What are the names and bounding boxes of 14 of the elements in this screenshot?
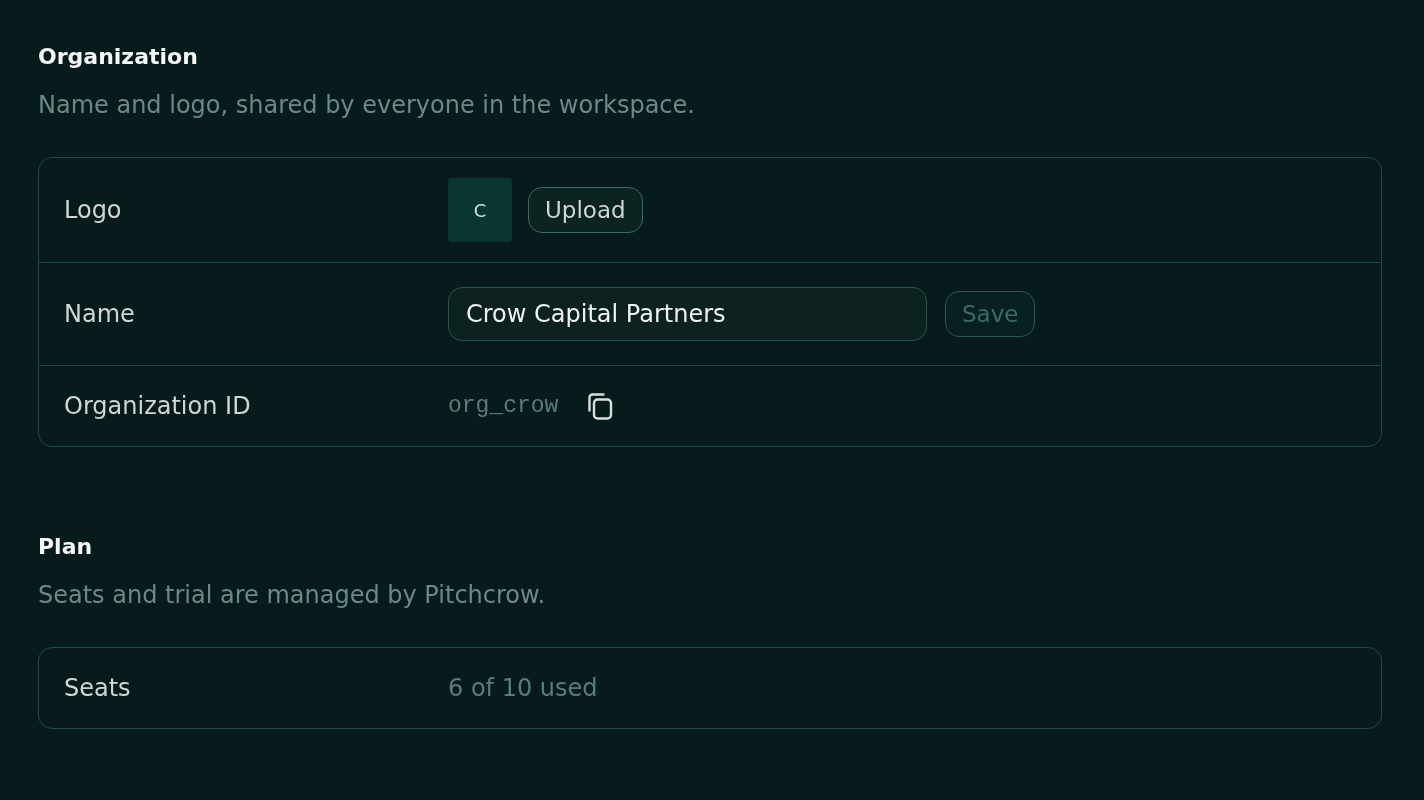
field-label: Logo: [64, 196, 122, 224]
section-heading: Plan: [38, 534, 93, 560]
field-label: Organization ID: [64, 392, 251, 420]
section-description: Seats and trial are managed by Pitchcrow.: [38, 581, 546, 609]
text-input[interactable]: Crow Capital Partners: [448, 287, 927, 341]
value-text: 6 of 10 used: [448, 674, 598, 702]
field-label: Seats: [64, 674, 131, 702]
section-heading: Organization: [38, 44, 198, 70]
upload-button[interactable]: Upload: [528, 187, 643, 233]
id-text: org_crow: [448, 393, 559, 419]
section-description: Name and logo, shared by everyone in the workspace.: [38, 91, 695, 119]
logo-tile: C: [448, 178, 512, 242]
copy-icon[interactable]: [585, 392, 614, 420]
field-label: Name: [64, 300, 135, 328]
